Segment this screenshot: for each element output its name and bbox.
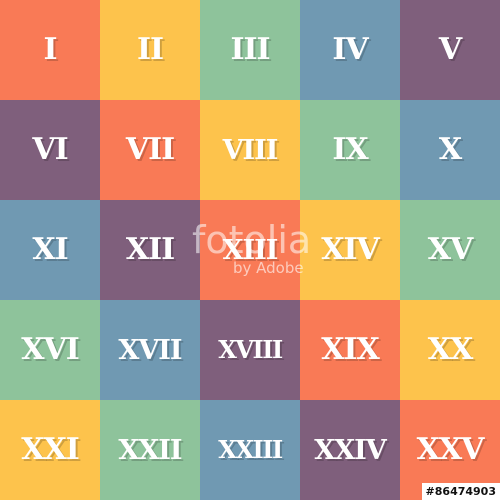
numeral-tile: VIII: [200, 100, 300, 200]
roman-numeral: XV: [427, 232, 474, 267]
numeral-tile: V: [400, 0, 500, 100]
roman-numeral: VI: [32, 132, 68, 167]
numeral-tile: XV: [400, 200, 500, 300]
roman-numeral: XVI: [21, 332, 80, 367]
roman-numeral: XVII: [118, 334, 182, 366]
roman-numeral: IV: [332, 32, 368, 67]
roman-numeral: XI: [32, 232, 68, 267]
numeral-grid: I II III IV V VI VII VIII IX X XI XII XIII XIV XV XVI XV…: [0, 0, 500, 500]
roman-numeral: XIII: [222, 234, 279, 266]
numeral-tile: XVI: [0, 300, 100, 400]
numeral-tile: XVIII: [200, 300, 300, 400]
roman-numeral: XII: [125, 232, 175, 267]
numeral-tile: XIX: [300, 300, 400, 400]
roman-numeral: XXIII: [218, 435, 283, 464]
numeral-tile: VII: [100, 100, 200, 200]
stock-id-label: #86474903: [421, 483, 500, 500]
roman-numeral: I: [43, 32, 57, 67]
roman-numeral: III: [230, 32, 270, 67]
numeral-tile: XI: [0, 200, 100, 300]
numeral-tile: XXIV: [300, 400, 400, 500]
roman-numeral: VIII: [222, 134, 279, 166]
numeral-tile: XII: [100, 200, 200, 300]
roman-numeral: XIV: [321, 232, 380, 267]
roman-numeral: VII: [125, 132, 175, 167]
roman-numeral: XXI: [21, 432, 80, 467]
numeral-tile: II: [100, 0, 200, 100]
numeral-tile: XXI: [0, 400, 100, 500]
numeral-tile: XXIII: [200, 400, 300, 500]
roman-numeral: XXV: [416, 432, 485, 467]
numeral-tile: XXII: [100, 400, 200, 500]
roman-numeral: XXIV: [314, 434, 386, 466]
numeral-tile: XIII: [200, 200, 300, 300]
roman-numeral: XXII: [118, 434, 182, 466]
roman-numeral: XX: [427, 332, 474, 367]
numeral-tile: XVII: [100, 300, 200, 400]
roman-numeral: XVIII: [218, 335, 283, 364]
numeral-tile: III: [200, 0, 300, 100]
numeral-tile: IX: [300, 100, 400, 200]
numeral-tile: XX: [400, 300, 500, 400]
roman-numeral: XIX: [321, 332, 380, 367]
numeral-tile: X: [400, 100, 500, 200]
numeral-tile: I: [0, 0, 100, 100]
roman-numeral: V: [438, 32, 462, 67]
roman-numeral: IX: [332, 132, 368, 167]
numeral-tile: VI: [0, 100, 100, 200]
numeral-tile: IV: [300, 0, 400, 100]
roman-numeral: II: [136, 32, 164, 67]
roman-numeral: X: [438, 132, 462, 167]
numeral-tile: XIV: [300, 200, 400, 300]
